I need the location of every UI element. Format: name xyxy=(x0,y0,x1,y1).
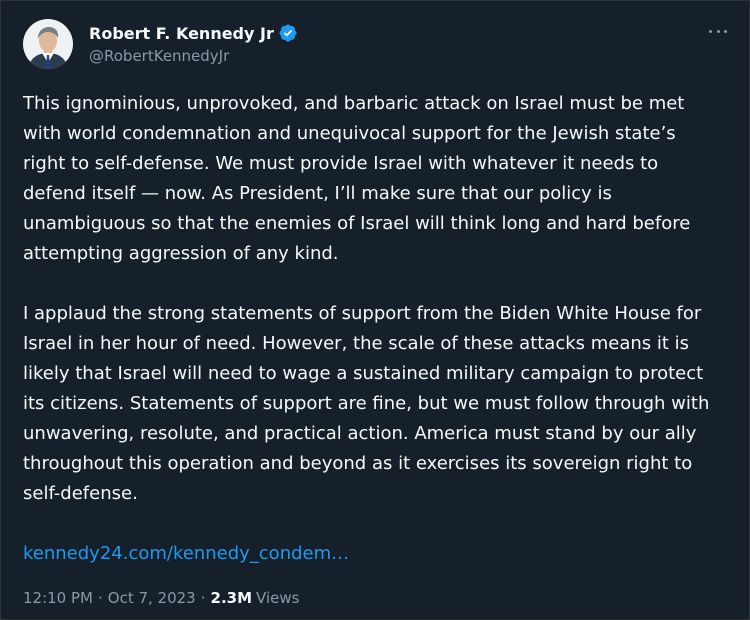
author-display-name[interactable]: Robert F. Kennedy Jr xyxy=(89,24,274,43)
meta-separator-2: · xyxy=(200,589,206,607)
tweet-paragraph-2: I applaud the strong statements of suppo… xyxy=(23,303,710,504)
author-name-row[interactable]: Robert F. Kennedy Jr xyxy=(89,21,298,45)
tweet-paragraph-1: This ignominious, unprovoked, and barbar… xyxy=(23,93,691,264)
verified-badge-icon xyxy=(278,23,298,43)
tweet-time[interactable]: 12:10 PM xyxy=(23,589,93,607)
tweet-card: Robert F. Kennedy Jr @RobertKennedyJr Th… xyxy=(0,0,750,620)
meta-separator-1: · xyxy=(97,589,103,607)
views-label[interactable]: Views xyxy=(256,589,299,607)
views-count[interactable]: 2.3M xyxy=(211,589,253,607)
tweet-body: This ignominious, unprovoked, and barbar… xyxy=(23,89,735,569)
avatar[interactable] xyxy=(23,19,73,69)
more-options-icon[interactable] xyxy=(705,21,731,41)
tweet-meta: 12:10 PM · Oct 7, 2023 · 2.3M Views xyxy=(23,589,299,607)
avatar-image xyxy=(23,19,73,69)
tweet-date[interactable]: Oct 7, 2023 xyxy=(108,589,196,607)
tweet-link[interactable]: kennedy24.com/kennedy_condem… xyxy=(23,539,349,569)
author-handle[interactable]: @RobertKennedyJr xyxy=(89,47,229,65)
